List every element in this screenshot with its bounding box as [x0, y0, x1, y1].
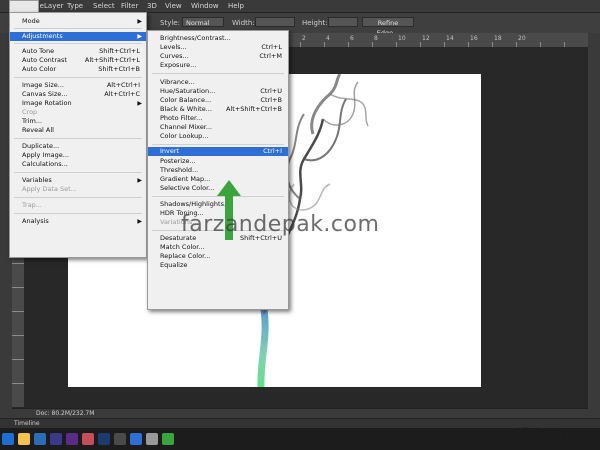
watermark-text: farzandepak.com: [181, 212, 380, 237]
image-menu-item[interactable]: Apply Image...: [10, 151, 146, 160]
image-menu-item-adjustments[interactable]: Adjustments ▶: [10, 32, 146, 41]
image-menu-item[interactable]: Canvas Size... Alt+Ctrl+C: [10, 90, 146, 99]
menu-help[interactable]: Help: [228, 2, 244, 10]
ruler-number: 14: [446, 35, 454, 42]
menu-separator: [14, 213, 142, 214]
menu-select[interactable]: Select: [93, 2, 115, 10]
ruler-number: 12: [422, 35, 430, 42]
adjustments-item[interactable]: Channel Mixer...: [148, 123, 288, 132]
folder-icon[interactable]: [18, 433, 30, 445]
adjustments-item[interactable]: Posterize...: [148, 157, 288, 166]
timeline-label: Timeline: [14, 420, 40, 427]
adjustments-item[interactable]: Vibrance...: [148, 78, 288, 87]
menu-separator: [14, 138, 142, 139]
image-menu-item[interactable]: Auto Tone Shift+Ctrl+L: [10, 47, 146, 56]
ruler-number: 6: [350, 35, 354, 42]
menu-separator: [14, 172, 142, 173]
image-menu-item[interactable]: Crop: [10, 108, 146, 117]
adjustments-item[interactable]: Color Balance... Ctrl+B: [148, 96, 288, 105]
width-field[interactable]: [255, 17, 295, 27]
app-icon[interactable]: [34, 433, 46, 445]
menu-filter[interactable]: Filter: [121, 2, 138, 10]
height-label: Height:: [302, 19, 328, 27]
ruler-number: 10: [398, 35, 406, 42]
image-menu-item[interactable]: Apply Data Set...: [10, 185, 146, 194]
ruler-number: 8: [374, 35, 378, 42]
adjustments-item[interactable]: Color Lookup...: [148, 132, 288, 141]
menu-type[interactable]: Type: [67, 2, 83, 10]
image-menu-item[interactable]: Trim...: [10, 117, 146, 126]
adjustments-item[interactable]: Replace Color...: [148, 252, 288, 261]
image-menu-item[interactable]: Variables ▶: [10, 176, 146, 185]
ruler-number: 2: [302, 35, 306, 42]
start-icon[interactable]: [2, 433, 14, 445]
image-menu-item[interactable]: Auto Contrast Alt+Shift+Ctrl+L: [10, 56, 146, 65]
app-icon[interactable]: [66, 433, 78, 445]
adjustments-item[interactable]: Brightness/Contrast...: [148, 34, 288, 43]
right-panel-strip[interactable]: [588, 33, 600, 428]
width-label: Width:: [232, 19, 255, 27]
image-menu: Mode ▶ Adjustments ▶ Auto Tone Shift+Ctrl+L…: [9, 12, 147, 258]
image-menu-item[interactable]: Auto Color Shift+Ctrl+B: [10, 65, 146, 74]
image-menu-item[interactable]: Mode ▶: [10, 17, 146, 26]
menu-separator: [14, 77, 142, 78]
menu-separator: [152, 144, 284, 145]
wikihow-logo: wikiHow: [500, 425, 587, 446]
menu-view[interactable]: View: [165, 2, 182, 10]
adjustments-item[interactable]: Threshold...: [148, 166, 288, 175]
adjustments-item[interactable]: Equalize: [148, 261, 288, 270]
photoshop-icon[interactable]: [98, 433, 110, 445]
submenu-arrow-icon: ▶: [137, 177, 142, 184]
app-icon[interactable]: [114, 433, 126, 445]
adjustments-item[interactable]: Exposure...: [148, 61, 288, 70]
app-icon[interactable]: [130, 433, 142, 445]
refine-edge-button[interactable]: Refine Edge...: [362, 17, 414, 37]
app-icon[interactable]: [82, 433, 94, 445]
image-menu-item[interactable]: Calculations...: [10, 160, 146, 169]
image-menu-item[interactable]: Image Rotation ▶: [10, 99, 146, 108]
image-menu-item[interactable]: Duplicate...: [10, 142, 146, 151]
adjustments-submenu: Brightness/Contrast... Levels... Ctrl+L C…: [147, 30, 289, 310]
ruler-number: 20: [518, 35, 526, 42]
ruler-number: 4: [326, 35, 330, 42]
image-menu-item[interactable]: Analysis ▶: [10, 217, 146, 226]
height-field[interactable]: [328, 17, 358, 27]
menu-window[interactable]: Window: [191, 2, 219, 10]
adjustments-item[interactable]: Levels... Ctrl+L: [148, 43, 288, 52]
ruler-number: 16: [470, 35, 478, 42]
style-label: Style:: [160, 19, 180, 27]
submenu-arrow-icon: ▶: [137, 18, 142, 25]
menu-separator: [14, 43, 142, 44]
doc-size: Doc: 80.2M/232.7M: [36, 410, 95, 417]
app-icon[interactable]: [146, 433, 158, 445]
ruler-number: 18: [494, 35, 502, 42]
adjustments-item[interactable]: Black & White... Alt+Shift+Ctrl+B: [148, 105, 288, 114]
adjustments-item[interactable]: Photo Filter...: [148, 114, 288, 123]
menu-separator: [152, 73, 284, 74]
submenu-arrow-icon: ▶: [137, 33, 142, 40]
app-icon[interactable]: [162, 433, 174, 445]
adjustments-item[interactable]: Match Color...: [148, 243, 288, 252]
adjustments-item[interactable]: Curves... Ctrl+M: [148, 52, 288, 61]
style-select[interactable]: Normal: [182, 17, 224, 27]
image-menu-item[interactable]: Trap...: [10, 201, 146, 210]
menu-3d[interactable]: 3D: [147, 2, 157, 10]
submenu-arrow-icon: ▶: [137, 218, 142, 225]
adjustments-item-invert[interactable]: Invert Ctrl+I: [148, 147, 288, 156]
adjustments-item[interactable]: Hue/Saturation... Ctrl+U: [148, 87, 288, 96]
menu-layer[interactable]: Layer: [44, 2, 64, 10]
image-menu-item[interactable]: Reveal All: [10, 126, 146, 135]
menu-separator: [14, 197, 142, 198]
app-icon[interactable]: [50, 433, 62, 445]
image-menu-item[interactable]: Image Size... Alt+Ctrl+I: [10, 81, 146, 90]
submenu-arrow-icon: ▶: [137, 100, 142, 107]
menu-separator: [14, 28, 142, 29]
